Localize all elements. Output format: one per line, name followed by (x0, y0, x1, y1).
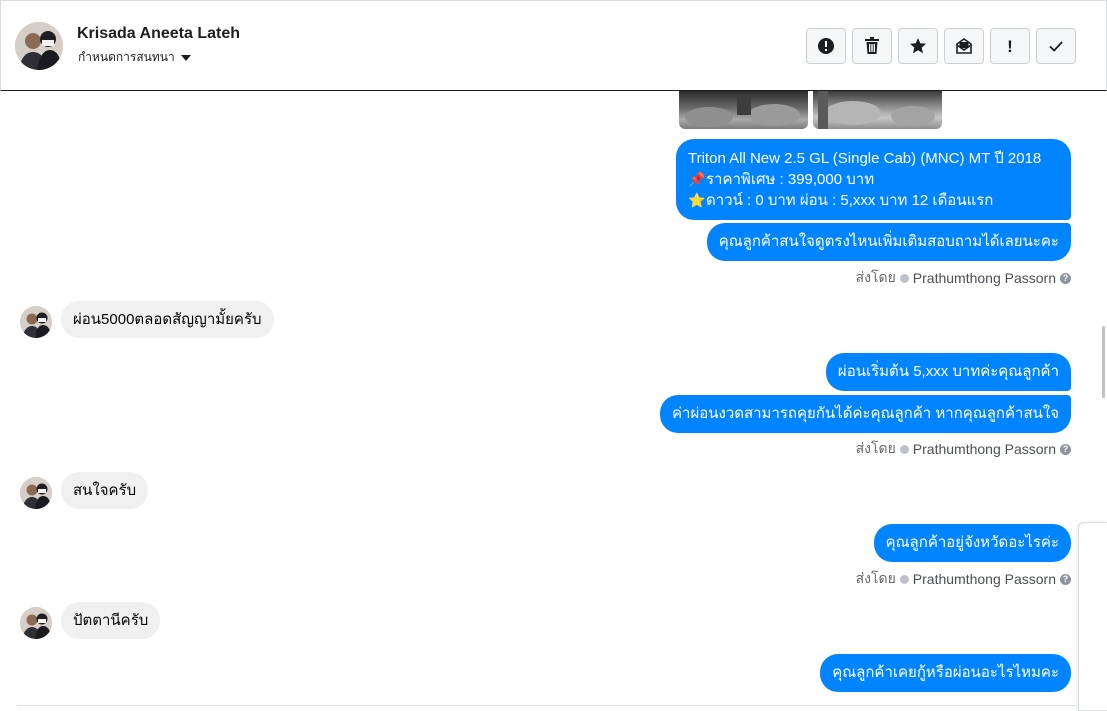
message-thread[interactable]: Triton All New 2.5 GL (Single Cab) (MNC)… (0, 91, 1107, 709)
sent-by-label: ส่งโดย (855, 440, 896, 456)
incoming-message[interactable]: สนใจครับ (61, 472, 149, 509)
message-text: สนใจครับ (73, 482, 137, 499)
attachment-images (679, 91, 942, 129)
help-icon[interactable]: ? (1060, 573, 1071, 585)
message-text: ผ่อนเริ่มต้น 5,xxx บาทค่ะคุณลูกค้า (837, 363, 1059, 380)
avatar-photo-icon (20, 607, 52, 639)
outgoing-message[interactable]: ค่าผ่อนงวดสามารถคุยกันได้ค่ะคุณลูกค้า หา… (659, 395, 1071, 433)
car-seat-graphic (818, 91, 935, 129)
mark-done-button[interactable] (1036, 28, 1076, 64)
price-text: ราคาพิเศษ : 399,000 บาท (706, 171, 875, 188)
spam-button[interactable] (806, 28, 846, 64)
message-line: ⭐ดาวน์ : 0 บาท ผ่อน : 5,xxx บาท 12 เดือน… (688, 190, 1059, 211)
composer-top-edge (17, 705, 1077, 710)
star-button[interactable] (898, 28, 938, 64)
page-badge-icon (899, 574, 909, 584)
message-text: คุณลูกค้าอยู่จังหวัดอะไรค่ะ (885, 534, 1059, 551)
mark-unread-icon (956, 38, 972, 54)
alert-circle-icon (818, 38, 834, 54)
help-icon[interactable]: ? (1060, 443, 1071, 455)
avatar-photo-icon (20, 306, 52, 338)
sent-by-row: ส่งโดย Prathumthong Passorn ? (856, 267, 1071, 289)
avatar-photo-icon (20, 477, 52, 509)
checkmark-icon (1049, 41, 1063, 52)
outgoing-message[interactable]: คุณลูกค้าอยู่จังหวัดอะไรค่ะ (873, 524, 1071, 562)
exclamation-icon: ! (1007, 36, 1013, 56)
message-text: คุณลูกค้าเคยกู้หรือผ่อนอะไรไหมคะ (832, 664, 1059, 681)
incoming-message[interactable]: ปัตตานีครับ (61, 602, 161, 639)
collapsed-side-panel[interactable] (1078, 522, 1107, 711)
outgoing-message[interactable]: Triton All New 2.5 GL (Single Cab) (MNC)… (676, 139, 1071, 220)
thread-scrollbar[interactable] (1102, 326, 1105, 398)
follow-up-button[interactable]: ! (990, 28, 1030, 64)
page-badge-icon (899, 273, 909, 283)
down-payment-text: ดาวน์ : 0 บาท ผ่อน : 5,xxx บาท 12 เดือนแ… (706, 192, 994, 209)
chevron-down-icon (180, 55, 191, 61)
conversation-toolbar: ! (806, 28, 1076, 64)
message-text: ผ่อน5000ตลอดสัญญามั้ยครับ (73, 311, 262, 328)
incoming-message[interactable]: ผ่อน5000ตลอดสัญญามั้ยครับ (61, 301, 274, 338)
trash-icon (865, 37, 879, 54)
message-text: ค่าผ่อนงวดสามารถคุยกันได้ค่ะคุณลูกค้า หา… (671, 405, 1059, 422)
help-icon[interactable]: ? (1060, 272, 1071, 284)
contact-avatar-small[interactable] (20, 477, 52, 509)
delete-button[interactable] (852, 28, 892, 64)
message-text: คุณลูกค้าสนใจดูตรงไหนเพิ่มเติมสอบถามได้เ… (718, 233, 1059, 250)
message-line: 📌ราคาพิเศษ : 399,000 บาท (688, 169, 1059, 190)
message-line: Triton All New 2.5 GL (Single Cab) (MNC)… (688, 150, 1042, 167)
car-interior-photo[interactable] (813, 91, 942, 129)
star-icon (910, 38, 926, 54)
contact-avatar[interactable] (15, 22, 63, 70)
contact-name[interactable]: Krisada Aneeta Lateh (77, 25, 240, 43)
outgoing-message[interactable]: ผ่อนเริ่มต้น 5,xxx บาทค่ะคุณลูกค้า (825, 353, 1071, 391)
car-interior-photo[interactable] (679, 91, 808, 129)
sent-by-row: ส่งโดย Prathumthong Passorn ? (856, 568, 1071, 590)
contact-avatar-small[interactable] (20, 607, 52, 639)
agent-name[interactable]: Prathumthong Passorn (913, 571, 1056, 587)
assign-label: กำหนดการสนทนา (78, 50, 175, 64)
sent-by-label: ส่งโดย (855, 570, 896, 586)
car-seat-graphic (685, 95, 800, 127)
pushpin-icon: 📌 (688, 171, 706, 187)
star-emoji-icon: ⭐ (688, 192, 706, 208)
conversation-header: Krisada Aneeta Lateh กำหนดการสนทนา ! (0, 0, 1107, 91)
message-text: ปัตตานีครับ (73, 612, 149, 629)
agent-name[interactable]: Prathumthong Passorn (913, 441, 1056, 457)
agent-name[interactable]: Prathumthong Passorn (913, 270, 1056, 286)
outgoing-message[interactable]: คุณลูกค้าเคยกู้หรือผ่อนอะไรไหมคะ (820, 654, 1071, 692)
assign-conversation-dropdown[interactable]: กำหนดการสนทนา (78, 48, 191, 67)
mark-unread-button[interactable] (944, 28, 984, 64)
contact-avatar-small[interactable] (20, 306, 52, 338)
avatar-photo-icon (15, 22, 63, 70)
sent-by-label: ส่งโดย (855, 269, 896, 285)
sent-by-row: ส่งโดย Prathumthong Passorn ? (856, 438, 1071, 460)
page-badge-icon (899, 444, 909, 454)
outgoing-message[interactable]: คุณลูกค้าสนใจดูตรงไหนเพิ่มเติมสอบถามได้เ… (706, 223, 1071, 261)
